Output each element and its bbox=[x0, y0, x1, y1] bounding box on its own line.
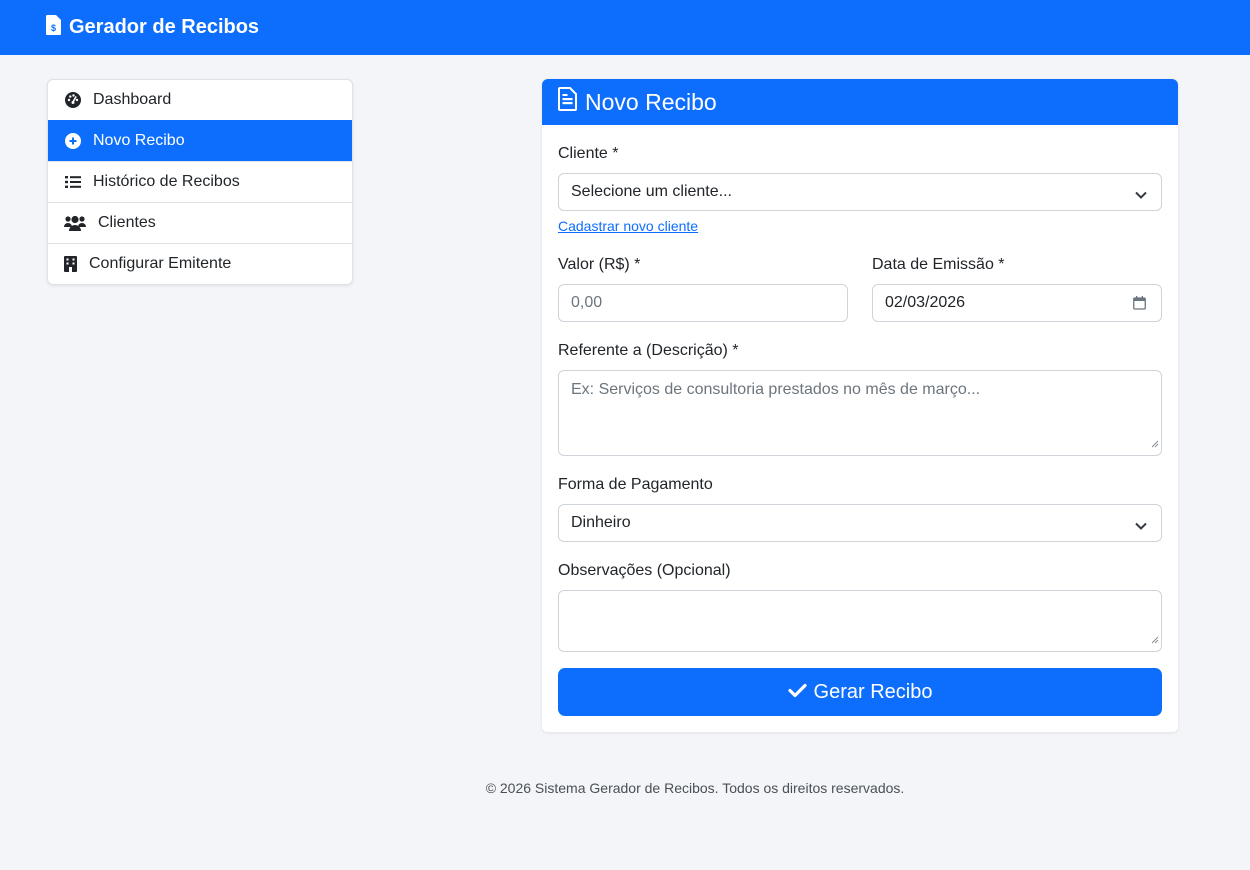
receipt-icon bbox=[558, 87, 585, 117]
data-emissao-label: Data de Emissão * bbox=[872, 256, 1005, 273]
plus-circle-icon bbox=[64, 132, 82, 150]
referente-label: Referente a (Descrição) * bbox=[558, 342, 739, 359]
sidebar-item-configurar-emitente[interactable]: Configurar Emitente bbox=[48, 243, 352, 284]
chevron-down-icon bbox=[1135, 518, 1147, 536]
brand[interactable]: $ Gerador de Recibos bbox=[46, 14, 260, 41]
sidebar-item-label: Novo Recibo bbox=[93, 132, 185, 149]
resize-handle-icon[interactable] bbox=[1151, 435, 1159, 453]
brand-title: Gerador de Recibos bbox=[69, 16, 260, 38]
sidebar-menu: Dashboard Novo Recibo Histórico de Recib… bbox=[47, 79, 353, 285]
cliente-label: Cliente * bbox=[558, 145, 619, 162]
receipt-file-icon: $ bbox=[46, 14, 69, 41]
referente-placeholder: Ex: Serviços de consultoria prestados no… bbox=[571, 381, 981, 398]
observacoes-textarea[interactable] bbox=[558, 590, 1162, 652]
gauge-icon bbox=[64, 91, 82, 109]
gerar-recibo-label: Gerar Recibo bbox=[813, 680, 933, 703]
sidebar-item-novo-recibo[interactable]: Novo Recibo bbox=[48, 120, 352, 161]
valor-placeholder: 0,00 bbox=[571, 294, 603, 311]
data-emissao-value: 02/03/2026 bbox=[885, 294, 966, 311]
valor-input[interactable]: 0,00 bbox=[558, 284, 848, 322]
card-header: Novo Recibo bbox=[542, 79, 1178, 125]
sidebar-item-label: Dashboard bbox=[93, 91, 172, 108]
check-icon bbox=[787, 681, 814, 704]
sidebar-item-dashboard[interactable]: Dashboard bbox=[48, 80, 352, 120]
cliente-select[interactable]: Selecione um cliente... bbox=[558, 173, 1162, 211]
data-emissao-input[interactable]: 02/03/2026 bbox=[872, 284, 1162, 322]
pagamento-select-value: Dinheiro bbox=[571, 514, 631, 531]
calendar-icon[interactable] bbox=[1133, 296, 1146, 315]
top-navbar: $ Gerador de Recibos bbox=[0, 0, 1250, 55]
new-client-link[interactable]: Cadastrar novo cliente bbox=[558, 218, 698, 234]
sidebar-item-label: Configurar Emitente bbox=[89, 255, 232, 272]
pagamento-select[interactable]: Dinheiro bbox=[558, 504, 1162, 542]
observacoes-label: Observações (Opcional) bbox=[558, 562, 731, 579]
sidebar-item-clientes[interactable]: Clientes bbox=[48, 202, 352, 243]
pagamento-label: Forma de Pagamento bbox=[558, 476, 713, 493]
list-icon bbox=[64, 173, 82, 191]
svg-text:$: $ bbox=[51, 23, 56, 33]
resize-handle-icon[interactable] bbox=[1151, 631, 1159, 649]
sidebar-item-label: Histórico de Recibos bbox=[93, 173, 240, 190]
new-receipt-card: Novo Recibo Cliente * Selecione um clien… bbox=[542, 79, 1178, 732]
building-icon bbox=[64, 255, 77, 273]
chevron-down-icon bbox=[1135, 187, 1147, 205]
sidebar-item-historico[interactable]: Histórico de Recibos bbox=[48, 161, 352, 202]
footer-copyright: © 2026 Sistema Gerador de Recibos. Todos… bbox=[485, 780, 905, 796]
valor-label: Valor (R$) * bbox=[558, 256, 641, 273]
sidebar-item-label: Clientes bbox=[98, 214, 156, 231]
referente-textarea[interactable]: Ex: Serviços de consultoria prestados no… bbox=[558, 370, 1162, 456]
page-title: Novo Recibo bbox=[585, 88, 717, 115]
users-icon bbox=[64, 214, 86, 232]
cliente-select-value: Selecione um cliente... bbox=[571, 183, 732, 200]
gerar-recibo-button[interactable]: Gerar Recibo bbox=[558, 668, 1162, 716]
